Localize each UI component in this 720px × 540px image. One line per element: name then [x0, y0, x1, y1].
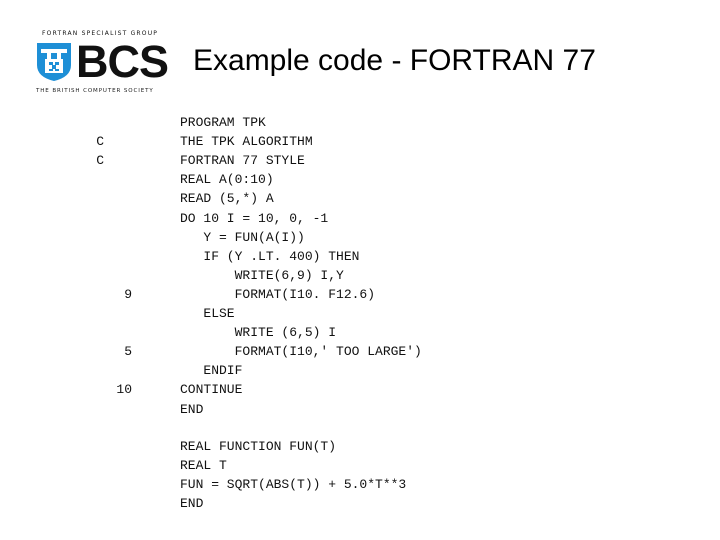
code-line: WRITE(6,9) I,Y	[180, 267, 344, 283]
statement-label: 9	[124, 286, 132, 302]
code-line: REAL FUNCTION FUN(T)	[180, 439, 337, 454]
code-line: FUN = SQRT(ABS(T)) + 5.0*T**3	[180, 477, 407, 493]
code-line: DO 10 I = 10, 0, -1	[180, 210, 329, 226]
code-line: ENDIF	[180, 363, 243, 379]
code-line: REAL T	[180, 458, 227, 474]
code-line: WRITE (6,5) I	[180, 325, 337, 341]
code-line: Y = FUN(A(I))	[180, 229, 305, 245]
code-line: CONTINUE	[180, 382, 243, 398]
code-line: READ (5,*) A	[180, 191, 274, 207]
logo-society-name: THE BRITISH COMPUTER SOCIETY	[36, 88, 154, 94]
logo-wordmark: BCS	[76, 36, 169, 87]
statement-label: 10	[116, 382, 132, 398]
code-line: IF (Y .LT. 400) THEN	[180, 248, 360, 264]
code-line: REAL A(0:10)	[180, 172, 274, 188]
bcs-logo: FORTRAN SPECIALIST GROUP BCS THE BRITISH…	[34, 30, 169, 100]
bcs-shield-icon	[37, 43, 71, 81]
comment-marker: C	[96, 134, 104, 150]
code-line: THE TPK ALGORITHM	[180, 134, 313, 150]
code-line: FORMAT(I10. F12.6)	[180, 286, 376, 302]
code-line: END	[180, 496, 204, 512]
code-line: PROGRAM TPK	[180, 115, 266, 130]
code-line: FORTRAN 77 STYLE	[180, 153, 305, 169]
code-line: END	[180, 401, 204, 417]
code-line: FORMAT(I10,' TOO LARGE')	[180, 344, 422, 360]
code-line: ELSE	[180, 306, 235, 321]
statement-label: 5	[124, 344, 132, 360]
slide-title: Example code - FORTRAN 77	[193, 44, 596, 77]
comment-marker: C	[96, 153, 104, 169]
